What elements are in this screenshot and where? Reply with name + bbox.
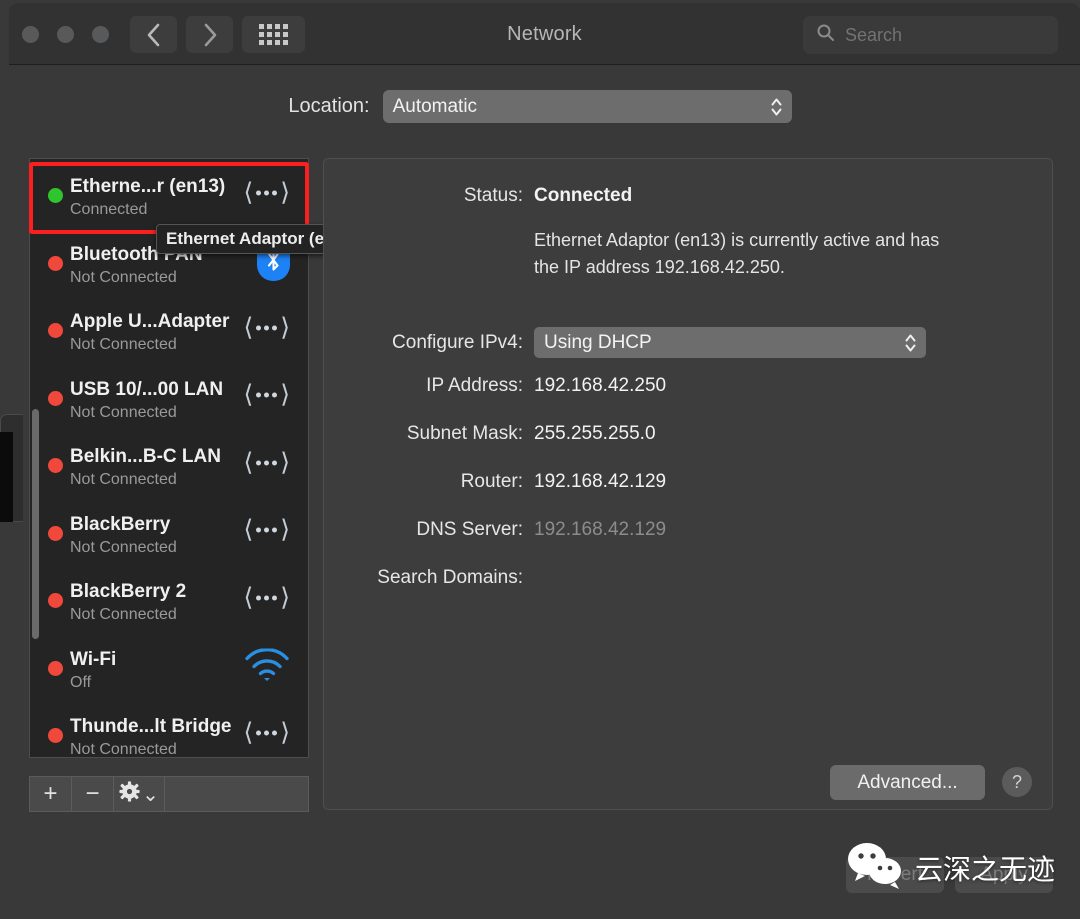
apply-button-label: Apply xyxy=(980,864,1028,885)
ip-address-label: IP Address: xyxy=(426,375,523,396)
location-label: Location: xyxy=(288,95,370,117)
list-item[interactable]: BlackBerry Not Connected ⟨ ⟩ xyxy=(30,497,308,565)
search-domains-label: Search Domains: xyxy=(377,567,523,588)
plus-icon: + xyxy=(43,780,58,807)
chevron-updown-icon xyxy=(770,96,783,117)
search-placeholder: Search xyxy=(845,24,903,45)
location-dropdown[interactable]: Automatic xyxy=(382,90,792,123)
page-title-text: Network xyxy=(507,22,582,45)
sidebar-toolbar: + − ⌄ xyxy=(29,776,309,812)
bottom-actions: Revert Apply xyxy=(846,857,1053,893)
dns-server-label: DNS Server: xyxy=(416,519,523,540)
help-button[interactable]: ? xyxy=(1002,767,1032,797)
router-value: 192.168.42.129 xyxy=(534,471,667,492)
wifi-icon xyxy=(244,648,290,682)
ellipsis-chevrons-icon: ⟨ ⟩ xyxy=(243,718,290,747)
search-input[interactable]: Search xyxy=(803,16,1058,54)
ellipsis-chevrons-icon: ⟨ ⟩ xyxy=(243,313,290,342)
background-window-shadow xyxy=(0,432,13,522)
list-item[interactable]: Thunde...lt Bridge Not Connected ⟨ ⟩ xyxy=(30,699,308,757)
router-row: Router: 192.168.42.129 xyxy=(324,471,666,493)
list-item[interactable]: BlackBerry 2 Not Connected ⟨ ⟩ xyxy=(30,564,308,632)
minus-icon: − xyxy=(85,780,100,807)
status-dot-icon xyxy=(48,255,63,271)
ellipsis-chevrons-icon: ⟨ ⟩ xyxy=(243,178,290,207)
status-row: Status: Connected xyxy=(324,185,632,207)
list-item[interactable]: Belkin...B-C LAN Not Connected ⟨ ⟩ xyxy=(30,429,308,497)
subnet-mask-row: Subnet Mask: 255.255.255.0 xyxy=(324,423,656,445)
chevron-updown-icon xyxy=(904,332,917,353)
advanced-button-label: Advanced... xyxy=(857,771,958,793)
dns-server-row: DNS Server: 192.168.42.129 xyxy=(324,519,666,541)
chevron-down-icon: ⌄ xyxy=(142,783,159,806)
help-icon: ? xyxy=(1011,771,1022,792)
system-preferences-network-window: Network Search Location: Automatic Ether… xyxy=(0,0,1080,919)
router-label: Router: xyxy=(460,471,523,492)
status-dot-icon xyxy=(48,390,63,406)
ip-address-row: IP Address: 192.168.42.250 xyxy=(324,375,666,397)
ellipsis-chevrons-icon: ⟨ ⟩ xyxy=(243,380,290,409)
apply-button[interactable]: Apply xyxy=(955,857,1053,893)
dns-server-value: 192.168.42.129 xyxy=(534,519,667,540)
configure-ipv4-value: Using DHCP xyxy=(544,331,652,353)
add-service-button[interactable]: + xyxy=(30,777,72,811)
ellipsis-chevrons-icon: ⟨ ⟩ xyxy=(243,583,290,612)
list-item[interactable]: Wi-Fi Off xyxy=(30,632,308,700)
gear-icon xyxy=(119,780,140,808)
status-label: Status: xyxy=(463,185,523,206)
status-dot-icon xyxy=(48,593,63,608)
subnet-mask-label: Subnet Mask: xyxy=(406,423,523,444)
location-row: Location: Automatic xyxy=(0,90,1080,123)
ellipsis-chevrons-icon: ⟨ ⟩ xyxy=(243,448,290,477)
ellipsis-chevrons-icon: ⟨ ⟩ xyxy=(243,515,290,544)
ip-address-value: 192.168.42.250 xyxy=(534,375,667,396)
revert-button-label: Revert xyxy=(867,864,923,885)
configure-ipv4-row: Configure IPv4: Using DHCP xyxy=(324,327,926,358)
search-icon xyxy=(816,23,835,47)
status-dot-icon xyxy=(48,525,63,541)
status-dot-icon xyxy=(48,660,63,676)
status-dot-icon xyxy=(48,323,63,338)
status-description-row: Ethernet Adaptor (en13) is currently act… xyxy=(324,227,954,281)
status-dot-icon xyxy=(48,728,63,743)
configure-ipv4-dropdown[interactable]: Using DHCP xyxy=(534,327,926,358)
search-domains-row: Search Domains: xyxy=(324,567,534,589)
service-actions-button[interactable]: ⌄ xyxy=(114,777,165,811)
configure-ipv4-label: Configure IPv4: xyxy=(392,331,523,353)
location-value: Automatic xyxy=(392,95,478,117)
status-dot-icon xyxy=(48,458,63,473)
list-item[interactable]: Etherne...r (en13) Connected ⟨ ⟩ xyxy=(30,159,308,227)
remove-service-button[interactable]: − xyxy=(72,777,114,811)
advanced-button[interactable]: Advanced... xyxy=(830,765,985,800)
status-value: Connected xyxy=(534,185,633,206)
status-dot-icon xyxy=(48,188,63,203)
list-item[interactable]: Apple U...Adapter Not Connected ⟨ ⟩ xyxy=(30,294,308,362)
window-titlebar: Network Search xyxy=(9,3,1080,65)
subnet-mask-value: 255.255.255.0 xyxy=(534,423,656,444)
service-detail-panel: Status: Connected Ethernet Adaptor (en13… xyxy=(323,158,1053,810)
status-description: Ethernet Adaptor (en13) is currently act… xyxy=(534,230,940,277)
revert-button[interactable]: Revert xyxy=(846,857,944,893)
list-item[interactable]: USB 10/...00 LAN Not Connected ⟨ ⟩ xyxy=(30,362,308,430)
